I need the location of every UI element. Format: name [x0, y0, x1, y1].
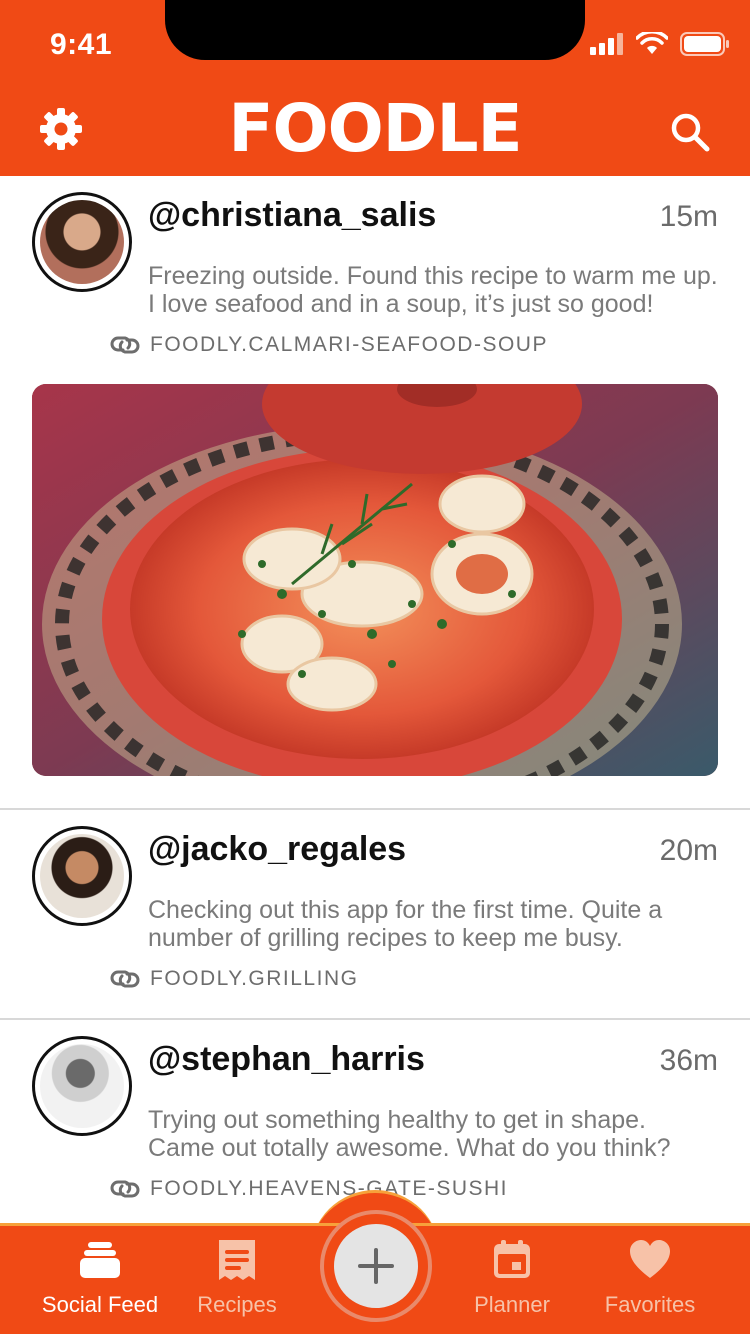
link-icon [110, 336, 140, 354]
recipe-link[interactable]: FOODLY.GRILLING [110, 964, 358, 994]
plus-icon [358, 1248, 394, 1284]
recipes-icon [219, 1240, 255, 1280]
avatar[interactable] [32, 1036, 132, 1136]
post-time: 36m [659, 1044, 718, 1077]
nav-bar: FOODLE [0, 88, 750, 168]
add-post-button[interactable] [320, 1210, 432, 1322]
signal-icon [590, 33, 623, 55]
seafood-soup-image [32, 384, 718, 776]
status-icons [590, 32, 730, 56]
post-text: Trying out something healthy to get in s… [148, 1106, 671, 1162]
social-feed-icon [80, 1242, 120, 1278]
recipe-link[interactable]: FOODLY.HEAVENS-GATE-SUSHI [110, 1174, 508, 1204]
heart-icon [630, 1240, 670, 1278]
post-text: Checking out this app for the first time… [148, 896, 663, 952]
post-username[interactable]: @stephan_harris [148, 1040, 425, 1079]
app-logo: FOODLE [228, 90, 522, 167]
battery-icon [680, 32, 729, 56]
add-post-button-inner [334, 1224, 418, 1308]
tab-label: Favorites [604, 1292, 696, 1317]
social-feed[interactable]: @christiana_salis 15m Freezing outside. … [0, 176, 750, 1226]
calendar-icon [494, 1240, 530, 1278]
recipe-link[interactable]: FOODLY.CALMARI-SEAFOOD-SOUP [110, 330, 548, 360]
tab-label: Recipes [197, 1292, 277, 1317]
tab-social-feed[interactable]: Social Feed [25, 1238, 175, 1318]
post-text: Freezing outside. Found this recipe to w… [148, 262, 718, 318]
status-time: 9:41 [50, 28, 113, 61]
recipe-link-label[interactable]: FOODLY.GRILLING [150, 967, 358, 991]
tab-label: Social Feed [41, 1292, 159, 1317]
post-time: 15m [659, 200, 718, 233]
post-time: 20m [659, 834, 718, 867]
post-username[interactable]: @christiana_salis [148, 196, 436, 235]
tab-planner[interactable]: Planner [437, 1238, 587, 1318]
app-header: 9:41 FOODLE [0, 0, 750, 176]
recipe-link-label[interactable]: FOODLY.CALMARI-SEAFOOD-SOUP [150, 333, 548, 357]
post-username[interactable]: @jacko_regales [148, 830, 406, 869]
tab-recipes[interactable]: Recipes [162, 1238, 312, 1318]
tab-label: Planner [474, 1292, 550, 1317]
avatar[interactable] [32, 826, 132, 926]
link-icon [110, 970, 140, 988]
tab-favorites[interactable]: Favorites [575, 1238, 725, 1318]
search-icon[interactable] [670, 112, 710, 152]
feed-post[interactable]: @jacko_regales 20m Checking out this app… [0, 810, 750, 1018]
device-notch [165, 0, 585, 60]
wifi-icon [636, 32, 668, 54]
link-icon [110, 1180, 140, 1198]
recipe-link-label[interactable]: FOODLY.HEAVENS-GATE-SUSHI [150, 1177, 508, 1201]
food-photo[interactable] [32, 384, 718, 776]
avatar[interactable] [32, 192, 132, 292]
feed-post[interactable]: @christiana_salis 15m Freezing outside. … [0, 176, 750, 808]
